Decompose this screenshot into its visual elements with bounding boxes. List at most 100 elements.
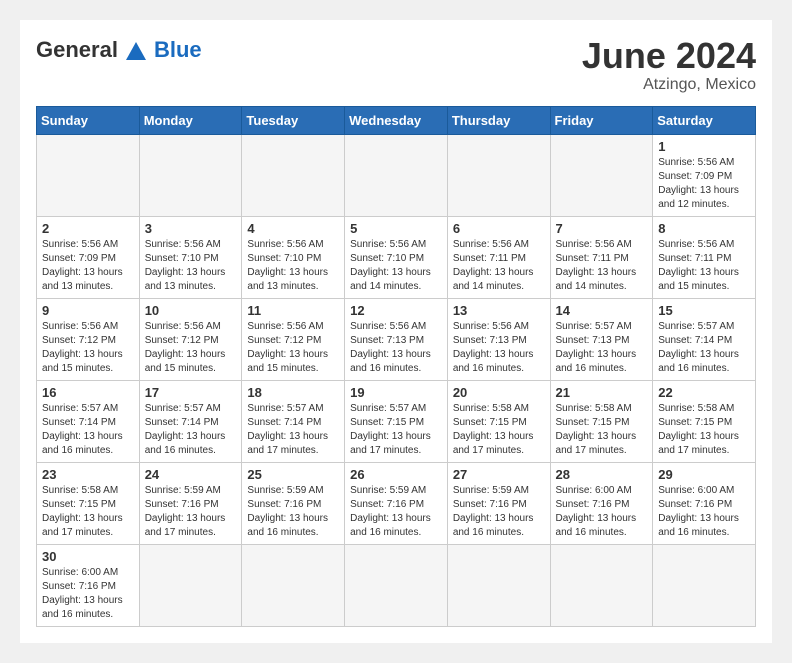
- day-info: Sunrise: 5:56 AMSunset: 7:09 PMDaylight:…: [658, 156, 750, 212]
- weekday-header-sunday: Sunday: [37, 106, 140, 134]
- calendar-cell: 6 Sunrise: 5:56 AMSunset: 7:11 PMDaylight…: [447, 216, 550, 298]
- calendar-cell: [447, 134, 550, 216]
- day-info: Sunrise: 5:57 AMSunset: 7:14 PMDaylight:…: [42, 402, 134, 458]
- day-info: Sunrise: 6:00 AMSunset: 7:16 PMDaylight:…: [556, 484, 648, 540]
- day-info: Sunrise: 5:56 AMSunset: 7:12 PMDaylight:…: [145, 320, 237, 376]
- day-number: 28: [556, 467, 648, 482]
- calendar-cell: [139, 544, 242, 626]
- day-number: 4: [247, 221, 339, 236]
- calendar-cell: 1 Sunrise: 5:56 AMSunset: 7:09 PMDaylight…: [653, 134, 756, 216]
- day-number: 20: [453, 385, 545, 400]
- day-number: 7: [556, 221, 648, 236]
- day-number: 30: [42, 549, 134, 564]
- day-info: Sunrise: 5:59 AMSunset: 7:16 PMDaylight:…: [145, 484, 237, 540]
- calendar-cell: 10 Sunrise: 5:56 AMSunset: 7:12 PMDayligh…: [139, 298, 242, 380]
- day-info: Sunrise: 5:56 AMSunset: 7:11 PMDaylight:…: [453, 238, 545, 294]
- day-number: 19: [350, 385, 442, 400]
- day-info: Sunrise: 5:57 AMSunset: 7:15 PMDaylight:…: [350, 402, 442, 458]
- day-number: 2: [42, 221, 134, 236]
- week-row-3: 9 Sunrise: 5:56 AMSunset: 7:12 PMDaylight…: [37, 298, 756, 380]
- day-number: 24: [145, 467, 237, 482]
- weekday-header-monday: Monday: [139, 106, 242, 134]
- day-info: Sunrise: 5:56 AMSunset: 7:10 PMDaylight:…: [350, 238, 442, 294]
- day-info: Sunrise: 5:56 AMSunset: 7:12 PMDaylight:…: [247, 320, 339, 376]
- logo-icon: [122, 36, 150, 64]
- weekday-header-tuesday: Tuesday: [242, 106, 345, 134]
- location: Atzingo, Mexico: [582, 76, 756, 94]
- day-info: Sunrise: 5:59 AMSunset: 7:16 PMDaylight:…: [350, 484, 442, 540]
- weekday-header-row: SundayMondayTuesdayWednesdayThursdayFrid…: [37, 106, 756, 134]
- day-number: 29: [658, 467, 750, 482]
- calendar-cell: 30 Sunrise: 6:00 AMSunset: 7:16 PMDayligh…: [37, 544, 140, 626]
- day-number: 11: [247, 303, 339, 318]
- calendar-cell: [653, 544, 756, 626]
- calendar-cell: [550, 544, 653, 626]
- day-number: 13: [453, 303, 545, 318]
- calendar-cell: 18 Sunrise: 5:57 AMSunset: 7:14 PMDayligh…: [242, 380, 345, 462]
- day-info: Sunrise: 5:57 AMSunset: 7:14 PMDaylight:…: [658, 320, 750, 376]
- day-info: Sunrise: 5:57 AMSunset: 7:14 PMDaylight:…: [247, 402, 339, 458]
- day-number: 6: [453, 221, 545, 236]
- day-number: 15: [658, 303, 750, 318]
- day-number: 18: [247, 385, 339, 400]
- day-info: Sunrise: 5:58 AMSunset: 7:15 PMDaylight:…: [556, 402, 648, 458]
- weekday-header-friday: Friday: [550, 106, 653, 134]
- logo-text-blue: Blue: [154, 37, 202, 63]
- week-row-1: 1 Sunrise: 5:56 AMSunset: 7:09 PMDaylight…: [37, 134, 756, 216]
- weekday-header-wednesday: Wednesday: [345, 106, 448, 134]
- week-row-6: 30 Sunrise: 6:00 AMSunset: 7:16 PMDayligh…: [37, 544, 756, 626]
- calendar-cell: 23Sunrise: 5:58 AMSunset: 7:15 PMDayligh…: [37, 462, 140, 544]
- day-number: 3: [145, 221, 237, 236]
- header: General Blue June 2024 Atzingo, Mexico: [36, 36, 756, 94]
- calendar-cell: [37, 134, 140, 216]
- title-area: June 2024 Atzingo, Mexico: [582, 36, 756, 94]
- calendar-cell: 24 Sunrise: 5:59 AMSunset: 7:16 PMDayligh…: [139, 462, 242, 544]
- calendar-cell: 22 Sunrise: 5:58 AMSunset: 7:15 PMDayligh…: [653, 380, 756, 462]
- day-number: 25: [247, 467, 339, 482]
- day-number: 9: [42, 303, 134, 318]
- day-info: Sunrise: 5:56 AMSunset: 7:11 PMDaylight:…: [556, 238, 648, 294]
- calendar-cell: 4 Sunrise: 5:56 AMSunset: 7:10 PMDaylight…: [242, 216, 345, 298]
- day-number: 22: [658, 385, 750, 400]
- day-number: 17: [145, 385, 237, 400]
- day-info: Sunrise: 6:00 AMSunset: 7:16 PMDaylight:…: [42, 566, 134, 622]
- day-info: Sunrise: 5:56 AMSunset: 7:10 PMDaylight:…: [247, 238, 339, 294]
- calendar-cell: 15 Sunrise: 5:57 AMSunset: 7:14 PMDayligh…: [653, 298, 756, 380]
- day-number: 10: [145, 303, 237, 318]
- calendar-cell: [242, 134, 345, 216]
- calendar-cell: 7 Sunrise: 5:56 AMSunset: 7:11 PMDaylight…: [550, 216, 653, 298]
- calendar-cell: [242, 544, 345, 626]
- day-info: Sunrise: 5:56 AMSunset: 7:12 PMDaylight:…: [42, 320, 134, 376]
- week-row-5: 23Sunrise: 5:58 AMSunset: 7:15 PMDayligh…: [37, 462, 756, 544]
- calendar-cell: 9 Sunrise: 5:56 AMSunset: 7:12 PMDaylight…: [37, 298, 140, 380]
- calendar-cell: 11 Sunrise: 5:56 AMSunset: 7:12 PMDayligh…: [242, 298, 345, 380]
- calendar: SundayMondayTuesdayWednesdayThursdayFrid…: [36, 106, 756, 627]
- logo-area: General Blue: [36, 36, 202, 64]
- calendar-cell: 26Sunrise: 5:59 AMSunset: 7:16 PMDayligh…: [345, 462, 448, 544]
- day-number: 23: [42, 467, 134, 482]
- day-number: 27: [453, 467, 545, 482]
- calendar-cell: 20Sunrise: 5:58 AMSunset: 7:15 PMDayligh…: [447, 380, 550, 462]
- calendar-cell: 13 Sunrise: 5:56 AMSunset: 7:13 PMDayligh…: [447, 298, 550, 380]
- day-info: Sunrise: 5:56 AMSunset: 7:13 PMDaylight:…: [453, 320, 545, 376]
- calendar-cell: 21Sunrise: 5:58 AMSunset: 7:15 PMDayligh…: [550, 380, 653, 462]
- day-info: Sunrise: 6:00 AMSunset: 7:16 PMDaylight:…: [658, 484, 750, 540]
- day-number: 8: [658, 221, 750, 236]
- page: General Blue June 2024 Atzingo, Mexico S…: [20, 20, 772, 643]
- calendar-cell: [550, 134, 653, 216]
- weekday-header-saturday: Saturday: [653, 106, 756, 134]
- day-info: Sunrise: 5:57 AMSunset: 7:14 PMDaylight:…: [145, 402, 237, 458]
- week-row-4: 16Sunrise: 5:57 AMSunset: 7:14 PMDayligh…: [37, 380, 756, 462]
- month-title: June 2024: [582, 36, 756, 76]
- calendar-cell: 14Sunrise: 5:57 AMSunset: 7:13 PMDayligh…: [550, 298, 653, 380]
- calendar-cell: [345, 544, 448, 626]
- week-row-2: 2Sunrise: 5:56 AMSunset: 7:09 PMDaylight…: [37, 216, 756, 298]
- calendar-cell: [345, 134, 448, 216]
- day-number: 12: [350, 303, 442, 318]
- day-info: Sunrise: 5:58 AMSunset: 7:15 PMDaylight:…: [658, 402, 750, 458]
- calendar-cell: 29 Sunrise: 6:00 AMSunset: 7:16 PMDayligh…: [653, 462, 756, 544]
- calendar-cell: 16Sunrise: 5:57 AMSunset: 7:14 PMDayligh…: [37, 380, 140, 462]
- day-info: Sunrise: 5:56 AMSunset: 7:10 PMDaylight:…: [145, 238, 237, 294]
- calendar-cell: 19 Sunrise: 5:57 AMSunset: 7:15 PMDayligh…: [345, 380, 448, 462]
- day-number: 1: [658, 139, 750, 154]
